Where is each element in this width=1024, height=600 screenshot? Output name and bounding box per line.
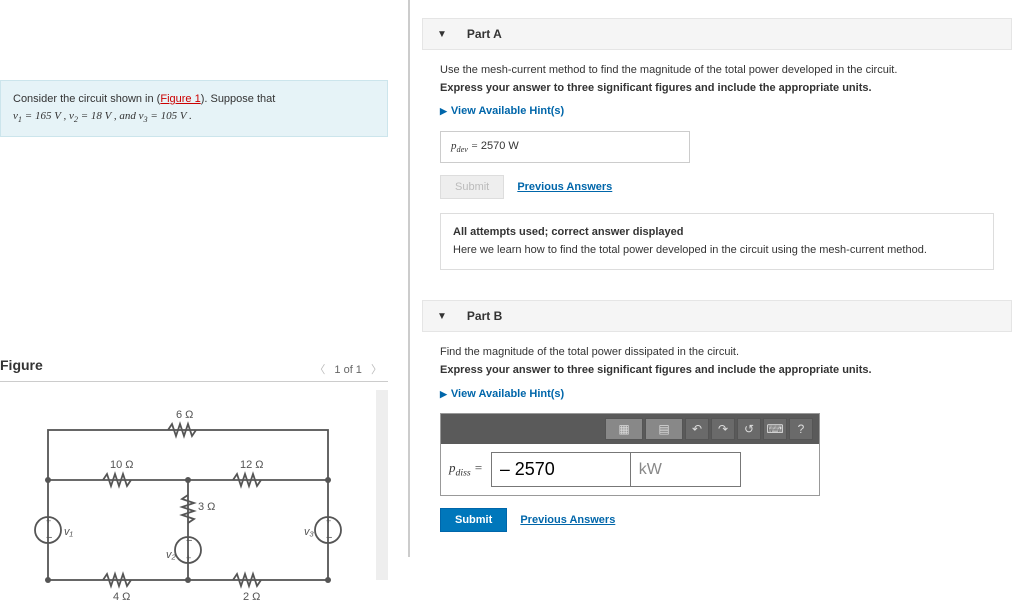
format-icon[interactable]: ▤ [645, 418, 683, 440]
figure-link[interactable]: Figure 1 [160, 93, 200, 105]
part-a-hints[interactable]: View Available Hint(s) [440, 103, 564, 121]
part-a-instr1: Use the mesh-current method to find the … [440, 62, 994, 80]
pager-text: 1 of 1 [334, 364, 362, 376]
part-a-header[interactable]: ▼ Part A [422, 18, 1012, 50]
part-b-title: Part B [467, 309, 502, 323]
caret-down-icon: ▼ [437, 29, 447, 40]
part-b-body: Find the magnitude of the total power di… [422, 332, 1012, 544]
svg-text:+: + [326, 516, 331, 526]
part-b-submit-button[interactable]: Submit [440, 508, 507, 532]
part-a-instr2: Express your answer to three significant… [440, 80, 994, 98]
feedback-body: Here we learn how to find the total powe… [453, 242, 981, 260]
part-a-title: Part A [467, 27, 502, 41]
left-pane: Consider the circuit shown in (Figure 1)… [0, 0, 410, 557]
label-r4: 4 Ω [113, 591, 130, 600]
part-b-header[interactable]: ▼ Part B [422, 300, 1012, 332]
svg-text:−: − [326, 532, 332, 544]
label-r6: 6 Ω [176, 409, 193, 421]
part-a-answer: pdev = 2570 W [440, 131, 690, 163]
label-v3: v₃ [304, 526, 315, 538]
reset-icon[interactable]: ↺ [737, 418, 761, 440]
svg-text:−: − [186, 535, 192, 547]
template-icon[interactable]: ▦ [605, 418, 643, 440]
problem-statement: Consider the circuit shown in (Figure 1)… [0, 80, 388, 137]
part-a-feedback: All attempts used; correct answer displa… [440, 213, 994, 270]
label-r3: 3 Ω [198, 501, 215, 513]
circuit-diagram: 6 Ω 10 Ω 12 Ω 3 Ω 4 Ω 2 Ω + − − + + − v₁… [0, 390, 388, 580]
redo-icon[interactable]: ↷ [711, 418, 735, 440]
feedback-title: All attempts used; correct answer displa… [453, 224, 981, 242]
svg-text:+: + [46, 516, 51, 526]
part-a-body: Use the mesh-current method to find the … [422, 50, 1012, 282]
chevron-right-icon[interactable]: 〉 [365, 364, 388, 376]
right-pane: ▼ Part A Use the mesh-current method to … [410, 0, 1024, 557]
label-r12: 12 Ω [240, 459, 264, 471]
label-v1: v₁ [64, 526, 74, 538]
label-r10: 10 Ω [110, 459, 134, 471]
part-b-instr1: Find the magnitude of the total power di… [440, 344, 994, 362]
svg-text:−: − [46, 532, 52, 544]
problem-values: v1 = 165 V , v2 = 18 V , and v3 = 105 V … [13, 110, 192, 122]
part-b-instr2: Express your answer to three significant… [440, 362, 994, 380]
figure-section: Figure 〈 1 of 1 〉 [0, 357, 388, 580]
part-a-value: 2570 W [481, 140, 519, 152]
label-v2: v₂ [166, 549, 177, 561]
part-a-previous-answers[interactable]: Previous Answers [517, 181, 612, 193]
help-icon[interactable]: ? [789, 418, 813, 440]
keyboard-icon[interactable]: ⌨ [763, 418, 787, 440]
part-b-hints[interactable]: View Available Hint(s) [440, 386, 564, 404]
part-a-submit-button: Submit [440, 175, 504, 199]
svg-text:+: + [186, 553, 191, 563]
figure-title: Figure [0, 357, 43, 381]
part-b-unit-input[interactable] [631, 452, 741, 487]
part-b-input-panel: ▦ ▤ ↶ ↷ ↺ ⌨ ? pdiss = [440, 413, 820, 496]
label-r2: 2 Ω [243, 591, 260, 600]
figure-pager: 〈 1 of 1 〉 [308, 361, 388, 377]
problem-prefix: Consider the circuit shown in ( [13, 93, 160, 105]
part-b-value-input[interactable] [491, 452, 631, 487]
problem-suffix: ). Suppose that [201, 93, 276, 105]
chevron-left-icon[interactable]: 〈 [308, 364, 331, 376]
toolbar: ▦ ▤ ↶ ↷ ↺ ⌨ ? [441, 414, 819, 444]
caret-down-icon: ▼ [437, 311, 447, 322]
part-b-previous-answers[interactable]: Previous Answers [520, 514, 615, 526]
undo-icon[interactable]: ↶ [685, 418, 709, 440]
